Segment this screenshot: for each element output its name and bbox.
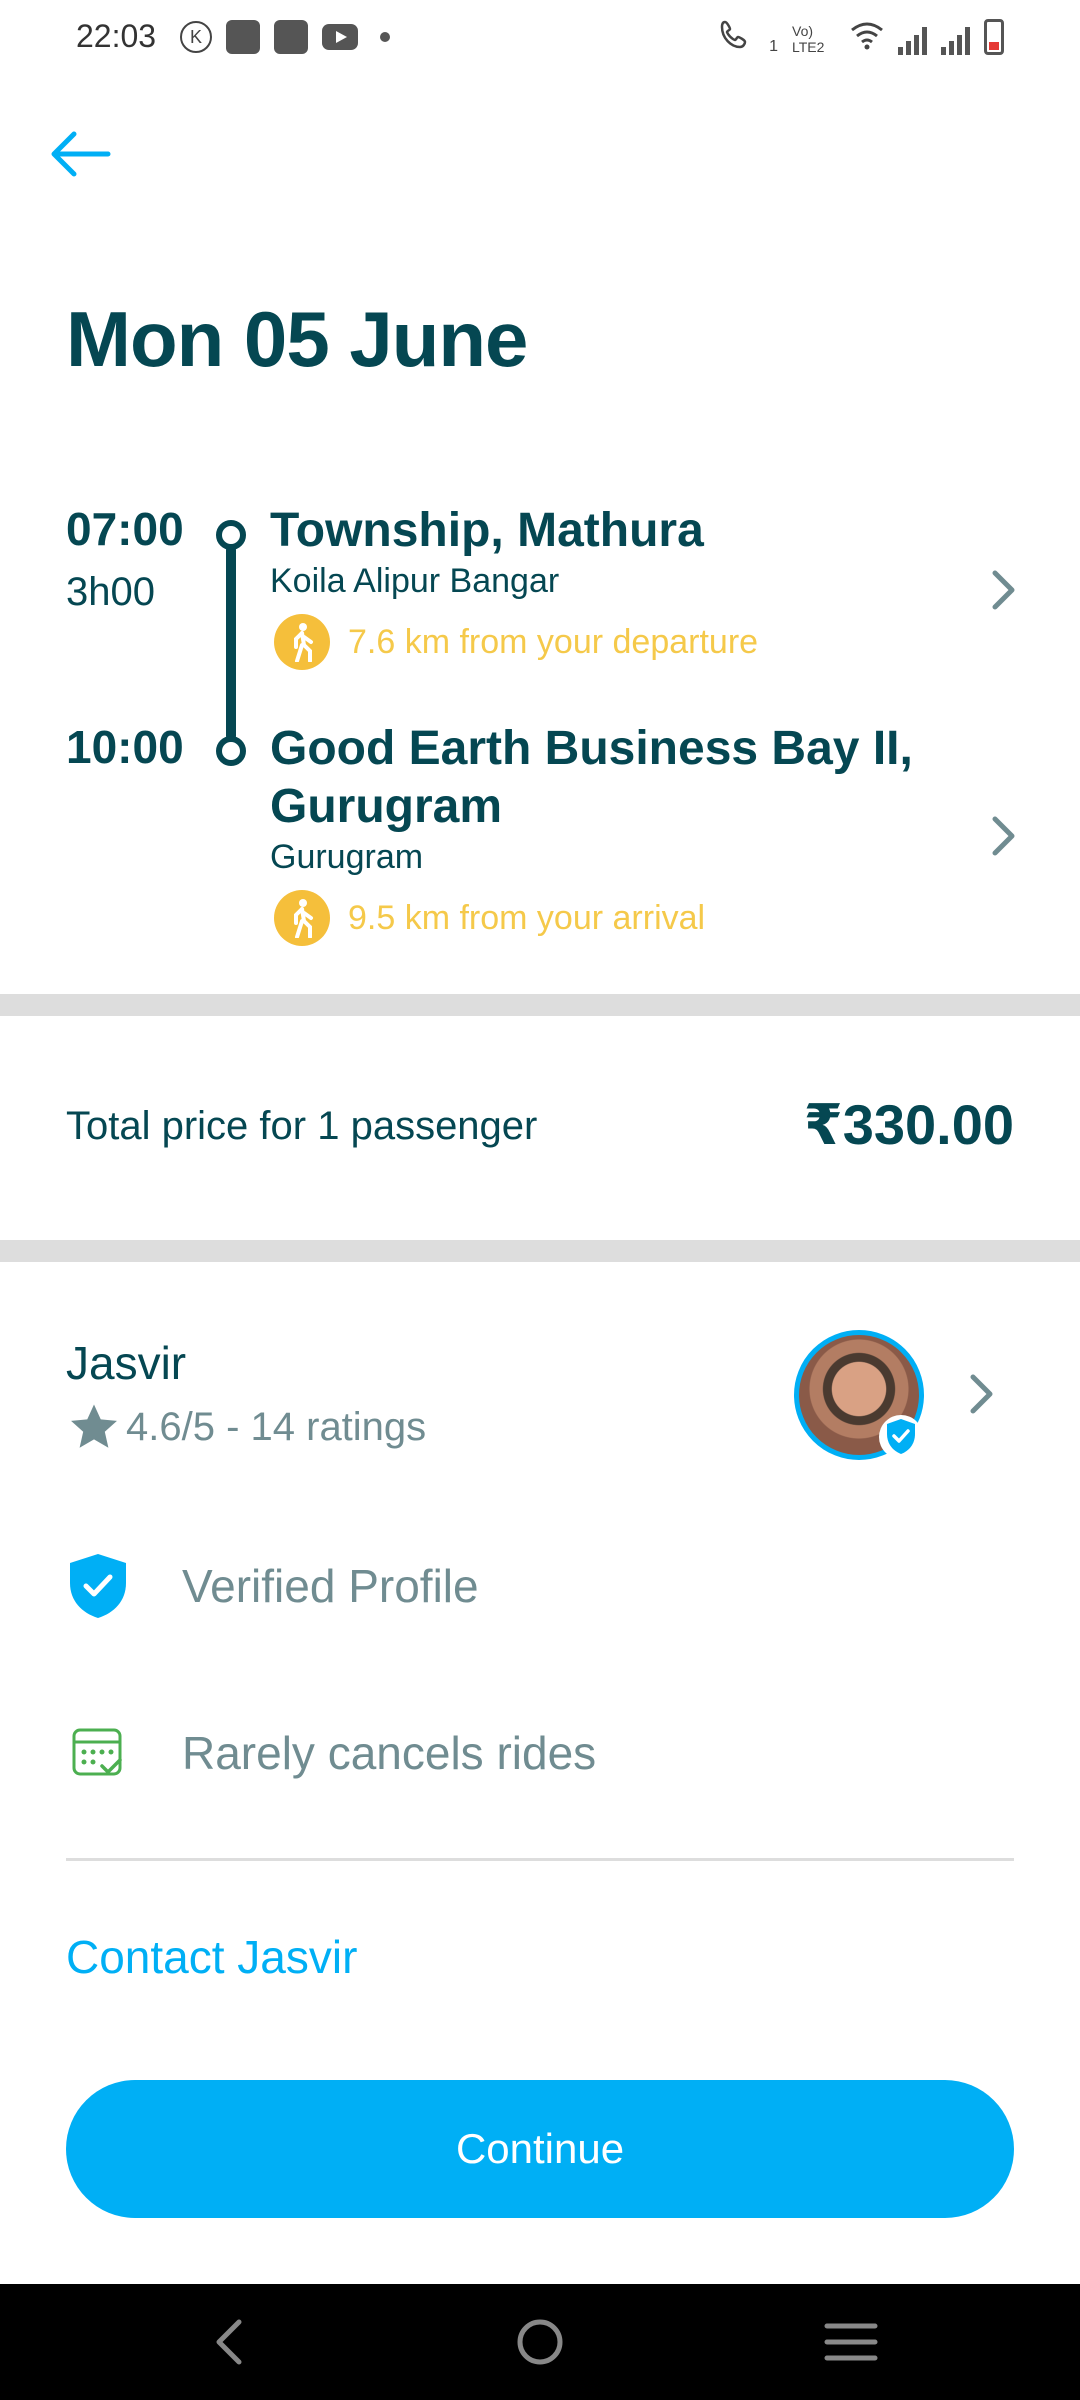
departure-walk-distance: 7.6 km from your departure [348, 622, 759, 661]
youtube-icon [322, 24, 358, 50]
arrival-place-line2: Gurugram [270, 780, 503, 833]
avatar [794, 1330, 924, 1460]
feature-label: Rarely cancels rides [182, 1727, 597, 1779]
divider [66, 1858, 1014, 1861]
calendar-check-icon [72, 1728, 122, 1776]
nav-menu-button[interactable] [816, 2312, 886, 2372]
verified-badge-icon [879, 1415, 923, 1459]
nav-back-icon [216, 2319, 242, 2365]
arrival-walk-info: 9.5 km from your arrival [274, 890, 705, 946]
signal-icon [941, 25, 970, 55]
price-label: Total price for 1 passenger [66, 1104, 538, 1148]
notification-icons: K [180, 20, 390, 54]
back-button[interactable] [40, 120, 120, 188]
nav-home-icon [517, 2319, 563, 2365]
timeline-line [226, 548, 236, 738]
departure-place: Township, Mathura [270, 504, 704, 557]
feature-rarely-cancels: Rarely cancels rides [66, 1722, 596, 1784]
departure-walk-info: 7.6 km from your departure [274, 614, 758, 670]
dot-icon [380, 32, 390, 42]
system-nav-bar [0, 2284, 1080, 2400]
nav-back-button[interactable] [194, 2312, 264, 2372]
nav-menu-icon [824, 2323, 878, 2361]
status-time: 22:03 [76, 18, 157, 54]
vol-lte2-icon: Vo) LTE2 [792, 23, 825, 55]
system-icons: 1 Vo) LTE2 [719, 18, 1004, 55]
chevron-right-icon [962, 1364, 1002, 1424]
shopping-bag-icon [274, 20, 308, 54]
verified-shield-icon [70, 1554, 126, 1618]
contact-driver-link[interactable]: Contact Jasvir [66, 1930, 357, 1984]
arrival-dot [216, 736, 246, 766]
departure-time: 07:00 [66, 503, 184, 555]
signal-icon [898, 25, 927, 55]
feature-label: Verified Profile [182, 1560, 479, 1612]
walking-person-icon [274, 890, 330, 946]
arrival-time: 10:00 [66, 721, 184, 773]
section-divider [0, 994, 1080, 1016]
k-circle-icon: K [180, 21, 212, 53]
trip-duration: 3h00 [66, 570, 155, 614]
chevron-right-icon [984, 806, 1024, 866]
wifi-icon [850, 20, 884, 55]
chevron-right-icon [984, 560, 1024, 620]
arrival-area: Gurugram [270, 838, 424, 876]
departure-dot [216, 520, 246, 550]
arrival-walk-distance: 9.5 km from your arrival [348, 898, 706, 937]
driver-rating: 4.6/5 - 14 ratings [66, 1400, 426, 1454]
star-icon [71, 1404, 117, 1448]
section-divider [0, 1240, 1080, 1262]
feature-verified-profile: Verified Profile [66, 1552, 479, 1620]
nav-home-button[interactable] [505, 2312, 575, 2372]
driver-name: Jasvir [66, 1337, 187, 1389]
arrival-place-line1: Good Earth Business Bay II, [270, 722, 913, 775]
volte-call-icon [719, 18, 755, 55]
price-value: ₹330.00 [803, 1093, 1014, 1156]
shopping-bag-icon [226, 20, 260, 54]
call-slot-label: 1 [769, 38, 778, 55]
rating-text: 4.6/5 - 14 ratings [126, 1404, 427, 1449]
departure-area: Koila Alipur Bangar [270, 562, 560, 600]
walking-person-icon [274, 614, 330, 670]
battery-low-icon [984, 19, 1004, 55]
arrow-left-icon [51, 131, 111, 177]
continue-button[interactable]: Continue [66, 2080, 1014, 2218]
page-title: Mon 05 June [66, 295, 528, 383]
status-bar: 22:03 K 1 Vo) LTE2 [0, 0, 1080, 76]
